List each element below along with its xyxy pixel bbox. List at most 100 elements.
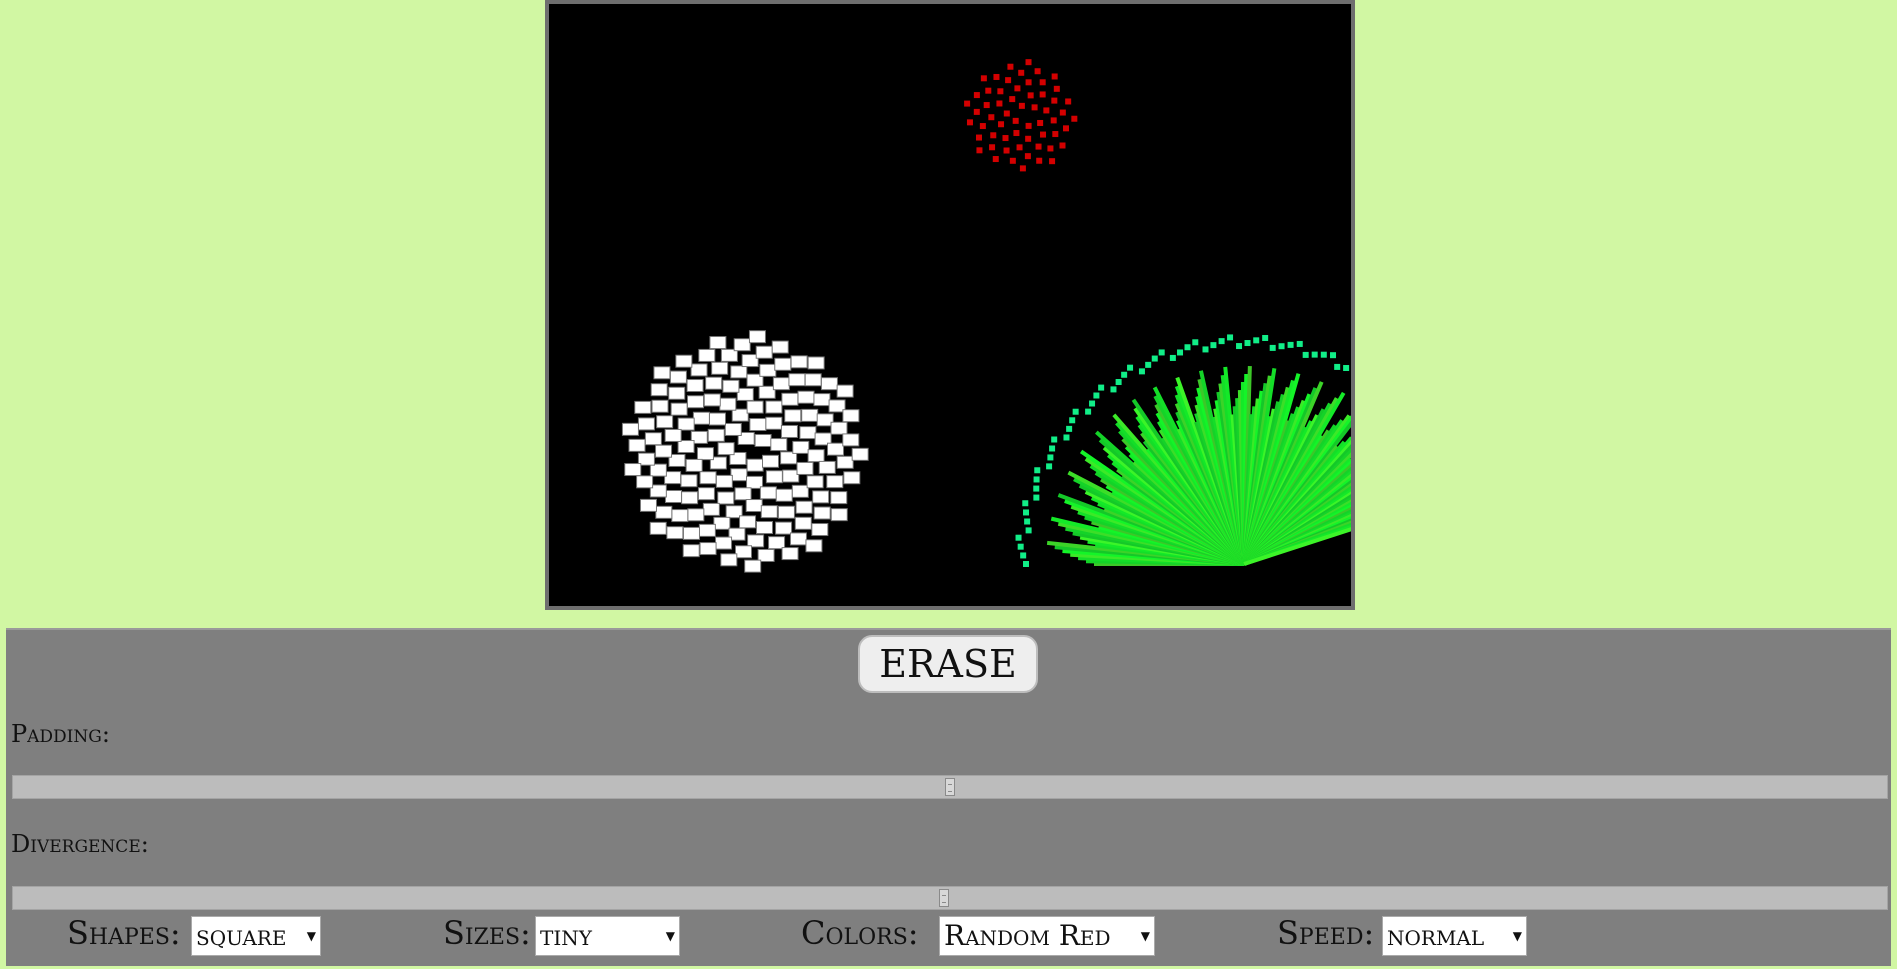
- white-shape: [770, 438, 788, 452]
- teal-dot: [1269, 344, 1276, 351]
- teal-dot: [1278, 343, 1285, 350]
- white-shape: [671, 509, 689, 523]
- white-shape: [746, 458, 764, 472]
- white-shape: [666, 526, 684, 540]
- white-shape: [730, 365, 748, 379]
- erase-button[interactable]: ERASE: [858, 635, 1038, 693]
- white-shape: [687, 508, 705, 522]
- white-shape: [624, 463, 642, 477]
- red-dot: [964, 100, 971, 107]
- white-shape: [804, 373, 822, 387]
- red-dot: [998, 121, 1005, 128]
- white-shape: [703, 393, 721, 407]
- white-shape: [827, 442, 845, 456]
- white-shape: [717, 442, 735, 456]
- red-dot: [1025, 59, 1032, 66]
- red-dot: [1034, 68, 1041, 75]
- red-dot: [1051, 97, 1058, 104]
- white-shape: [791, 484, 809, 498]
- teal-dot: [1244, 340, 1251, 347]
- white-shape: [644, 432, 662, 446]
- red-dot: [1005, 77, 1012, 84]
- teal-dot: [1320, 351, 1327, 358]
- padding-slider-thumb[interactable]: [945, 778, 955, 796]
- red-dot: [1007, 63, 1014, 70]
- teal-dot: [1051, 436, 1058, 443]
- red-dot: [985, 87, 992, 94]
- padding-label: Padding:: [11, 720, 110, 748]
- white-shape: [677, 417, 695, 431]
- red-dot: [1009, 96, 1016, 103]
- white-shape: [664, 489, 682, 503]
- red-dot: [1059, 109, 1066, 116]
- red-dot: [1016, 144, 1023, 151]
- teal-dot: [1023, 561, 1029, 567]
- red-dot: [1003, 147, 1010, 154]
- teal-dot: [1033, 485, 1040, 492]
- white-shape: [719, 397, 737, 411]
- white-shape: [724, 422, 742, 436]
- red-dot: [1014, 85, 1021, 92]
- white-shape: [765, 400, 783, 414]
- white-shape: [807, 449, 825, 463]
- white-shape: [637, 417, 655, 431]
- drawing-canvas[interactable]: [545, 0, 1355, 610]
- white-shape: [762, 454, 780, 468]
- white-shape: [681, 491, 699, 505]
- white-shape: [747, 534, 765, 548]
- white-shape: [789, 532, 807, 546]
- red-dot: [1049, 158, 1056, 165]
- teal-dot: [1022, 500, 1029, 507]
- red-dot: [980, 75, 987, 82]
- shapes-label: Shapes:: [67, 914, 181, 952]
- white-shape: [628, 438, 646, 452]
- colors-select-value: Random Red: [944, 919, 1111, 952]
- white-shape: [788, 373, 806, 387]
- divergence-slider-thumb[interactable]: [939, 889, 949, 907]
- white-shape: [711, 361, 729, 375]
- teal-dot: [1262, 334, 1269, 341]
- teal-dot: [1151, 355, 1158, 362]
- teal-dot: [1033, 476, 1040, 483]
- red-dot: [1025, 135, 1032, 142]
- teal-dot: [1227, 334, 1234, 341]
- teal-dot: [1046, 463, 1053, 470]
- red-dot: [1047, 145, 1054, 152]
- teal-dot: [1089, 400, 1096, 407]
- red-dot: [976, 147, 983, 154]
- padding-slider[interactable]: [12, 775, 1888, 799]
- white-shape: [746, 400, 764, 414]
- white-shape: [668, 386, 686, 400]
- caret-down-icon: ▼: [1140, 929, 1150, 943]
- white-shape: [843, 471, 861, 485]
- sizes-select[interactable]: tiny ▼: [535, 916, 680, 956]
- shapes-select[interactable]: square ▼: [191, 916, 321, 956]
- red-dot: [989, 144, 996, 151]
- speed-select-value: normal: [1387, 919, 1485, 952]
- white-shape: [811, 523, 829, 537]
- teal-dot: [1098, 384, 1105, 391]
- white-shape: [836, 455, 854, 469]
- white-shape: [717, 491, 735, 505]
- divergence-slider[interactable]: [12, 886, 1888, 910]
- red-dot: [1019, 165, 1026, 172]
- red-dot: [1062, 125, 1069, 132]
- red-dot: [1053, 85, 1060, 92]
- caret-down-icon: ▼: [665, 929, 675, 943]
- white-shape: [806, 475, 824, 489]
- sizes-label: Sizes:: [443, 914, 531, 952]
- sizes-select-value: tiny: [540, 919, 592, 952]
- red-dot: [1059, 142, 1066, 149]
- colors-select[interactable]: Random Red ▼: [939, 916, 1155, 956]
- white-shape: [755, 521, 773, 535]
- white-shape: [777, 505, 795, 519]
- white-shape: [685, 458, 703, 472]
- white-shape: [730, 468, 748, 482]
- white-shape: [739, 515, 757, 529]
- white-shape: [713, 516, 731, 530]
- white-shape: [745, 499, 763, 513]
- teal-dot: [1093, 392, 1100, 399]
- red-dot: [990, 132, 997, 139]
- speed-select[interactable]: normal ▼: [1382, 916, 1527, 956]
- white-shape: [682, 526, 700, 540]
